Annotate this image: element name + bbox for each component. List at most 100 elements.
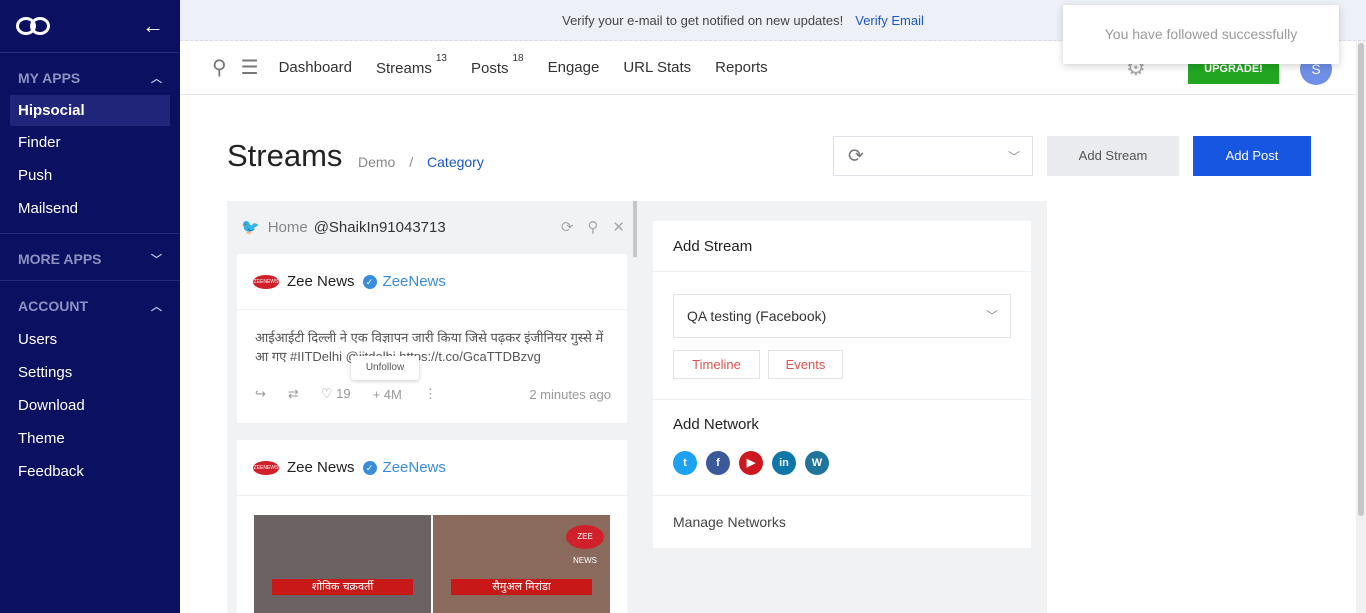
stream-select[interactable]: ⟳ ﹀	[833, 136, 1033, 176]
logo-icon[interactable]	[16, 16, 52, 36]
events-button[interactable]: Events	[768, 350, 843, 379]
linkedin-icon[interactable]: in	[772, 451, 796, 475]
verified-icon: ✓	[362, 460, 377, 475]
verify-email-link[interactable]: Verify Email	[855, 13, 924, 28]
chevron-down-icon: ﹀	[1007, 149, 1020, 164]
sidebar-item-theme[interactable]: Theme	[0, 422, 180, 455]
post-card: ZEENEWS Zee News ✓ ZeeNews आईआईटी दिल्ली…	[237, 254, 627, 423]
stream-header-actions: ⟳ ⚲ ✕	[547, 218, 625, 236]
breadcrumb-separator: /	[409, 154, 414, 170]
twitter-icon[interactable]: t	[673, 451, 697, 475]
page-title: Streams	[227, 138, 343, 173]
nav-streams-label: Streams	[375, 59, 432, 77]
facebook-icon[interactable]: f	[706, 451, 730, 475]
post-author-name[interactable]: Zee News	[287, 273, 355, 290]
sidebar-item-settings[interactable]: Settings	[0, 356, 180, 389]
streams-count-badge: 13	[435, 52, 447, 64]
toast-notification: You have followed successfully	[1063, 5, 1339, 64]
add-post-button[interactable]: Add Post	[1193, 136, 1311, 176]
stream-scrollbar[interactable]	[633, 201, 637, 257]
zee-news-watermark: ZEE NEWS	[566, 525, 604, 565]
timeline-button[interactable]: Timeline	[673, 350, 760, 379]
add-stream-button[interactable]: Add Stream	[1047, 136, 1179, 176]
retweet-icon[interactable]: ⇄	[288, 386, 299, 402]
divider	[653, 495, 1031, 496]
sidebar-item-push[interactable]: Push	[0, 159, 180, 192]
divider	[653, 271, 1031, 272]
nav-dashboard[interactable]: Dashboard	[279, 59, 352, 76]
manage-networks-link[interactable]: Manage Networks	[673, 514, 786, 530]
more-apps-header[interactable]: MORE APPS ﹀	[0, 248, 180, 270]
add-stream-title: Add Stream	[673, 238, 753, 255]
zee-news-logo: ZEENEWS	[253, 460, 279, 475]
sidebar-item-mailsend[interactable]: Mailsend	[0, 192, 180, 225]
post-timestamp: 2 minutes ago	[529, 386, 611, 402]
more-icon[interactable]: ⋮	[424, 386, 437, 402]
close-icon[interactable]: ✕	[612, 219, 625, 236]
post-text: आईआईटी दिल्ली ने एक विज्ञापन जारी किया ज…	[255, 330, 604, 364]
chevron-down-icon: ﹀	[985, 309, 998, 323]
post-image-left: शोविक चक्रवर्ती	[254, 515, 431, 613]
sidebar-account: ACCOUNT ︿ Users Settings Download Theme …	[0, 281, 180, 496]
post-image-right: ZEE NEWS सैमुअल मिरांडा	[431, 515, 610, 613]
like-button[interactable]: ♡ 19	[321, 386, 351, 402]
nav-engage[interactable]: Engage	[548, 59, 600, 76]
stream-home-label: Home	[267, 218, 308, 236]
sidebar: ← MY APPS ︿ Hipsocial Finder Push Mailse…	[0, 0, 180, 613]
add-stream-panel: Add Stream QA testing (Facebook) ﹀ Timel…	[653, 221, 1031, 548]
stream-handle: @ShaikIn91043713	[313, 218, 446, 236]
share-icon[interactable]: ↪	[255, 386, 266, 402]
stream-header: 🐦 Home @ShaikIn91043713 ⟳ ⚲ ✕	[227, 212, 631, 242]
account-select-value: QA testing (Facebook)	[687, 308, 827, 324]
sidebar-my-apps: MY APPS ︿ Hipsocial Finder Push Mailsend	[0, 53, 180, 234]
nav-posts[interactable]: Posts18	[470, 53, 524, 77]
account-select[interactable]: QA testing (Facebook) ﹀	[673, 294, 1011, 338]
plus-icon: +	[372, 386, 381, 402]
collapse-sidebar-icon[interactable]: ←	[142, 13, 164, 39]
nav-reports[interactable]: Reports	[715, 59, 768, 76]
post-author-handle[interactable]: ZeeNews	[383, 273, 446, 290]
sidebar-item-users[interactable]: Users	[0, 323, 180, 356]
youtube-icon[interactable]: ▶	[739, 451, 763, 475]
search-icon[interactable]: ⚲	[587, 219, 598, 236]
nav-posts-label: Posts	[470, 59, 509, 77]
wordpress-icon[interactable]: W	[805, 451, 829, 475]
page-scrollbar[interactable]	[1356, 41, 1366, 613]
account-header[interactable]: ACCOUNT ︿	[0, 295, 180, 317]
heart-icon: ♡	[320, 386, 333, 401]
menu-icon[interactable]: ☰	[241, 55, 259, 80]
verify-text: Verify your e-mail to get notified on ne…	[562, 12, 844, 28]
my-apps-header[interactable]: MY APPS ︿	[0, 67, 180, 89]
breadcrumb-demo[interactable]: Demo	[358, 154, 395, 170]
post-author-handle[interactable]: ZeeNews	[383, 459, 446, 476]
more-apps-label: MORE APPS	[18, 251, 102, 267]
image-caption-left: शोविक चक्रवर्ती	[272, 579, 413, 595]
post-header: ZEENEWS Zee News ✓ ZeeNews	[237, 440, 627, 496]
sidebar-item-hipsocial[interactable]: Hipsocial	[10, 95, 170, 126]
nav-url-stats[interactable]: URL Stats	[623, 59, 691, 76]
account-label: ACCOUNT	[18, 298, 88, 314]
breadcrumb-category[interactable]: Category	[427, 154, 484, 170]
chevron-down-icon: ﹀	[151, 254, 162, 266]
refresh-icon[interactable]: ⟳	[561, 219, 574, 236]
sidebar-item-download[interactable]: Download	[0, 389, 180, 422]
add-network-title: Add Network	[673, 416, 759, 433]
post-author-name[interactable]: Zee News	[287, 459, 355, 476]
my-apps-label: MY APPS	[18, 70, 81, 86]
sidebar-item-feedback[interactable]: Feedback	[0, 455, 180, 488]
follower-count: 4M	[383, 386, 402, 402]
post-image[interactable]: शोविक चक्रवर्ती ZEE NEWS सैमुअल मिरांडा	[254, 515, 610, 613]
image-caption-right: सैमुअल मिरांडा	[451, 579, 592, 595]
chevron-up-icon: ︿	[151, 73, 162, 85]
network-icons: t f ▶ in W	[673, 451, 838, 475]
nav-streams[interactable]: Streams13	[375, 53, 447, 77]
posts-count-badge: 18	[512, 52, 524, 64]
page-scrollbar-thumb[interactable]	[1358, 43, 1364, 516]
like-count: 19	[336, 386, 351, 401]
search-icon[interactable]: ⚲	[212, 55, 227, 80]
divider	[653, 399, 1031, 400]
follow-button[interactable]: + 4M	[373, 387, 402, 402]
refresh-icon[interactable]: ⟳	[848, 145, 864, 168]
sidebar-item-finder[interactable]: Finder	[0, 126, 180, 159]
zee-news-logo: ZEENEWS	[253, 274, 279, 289]
